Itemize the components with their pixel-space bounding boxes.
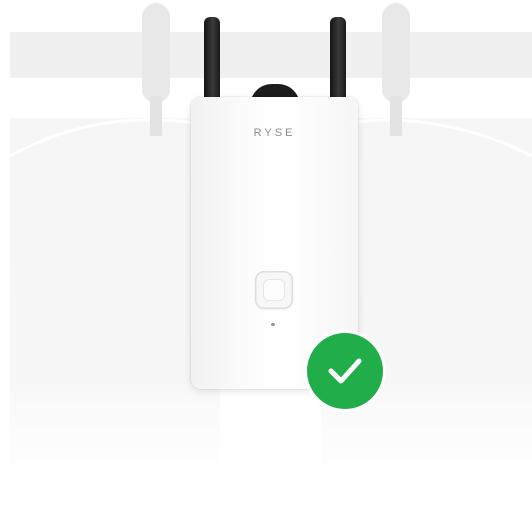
curtain-rail [10, 32, 532, 78]
device-antenna-left [204, 17, 220, 101]
device-brand-label: RYSE [253, 127, 296, 139]
bottom-fade [0, 380, 532, 507]
curtain-clip-right [390, 96, 402, 136]
device-pair-button-face [263, 279, 285, 301]
curtain-hook-left [142, 3, 170, 103]
device-antenna-right [330, 17, 346, 101]
curtain-hook-right [382, 3, 410, 103]
curtain-clip-left [150, 96, 162, 136]
setup-illustration: RYSE [0, 0, 532, 507]
checkmark-icon [328, 358, 362, 384]
success-badge [307, 333, 383, 409]
device-status-led [271, 323, 275, 326]
device-pair-button [255, 271, 293, 309]
